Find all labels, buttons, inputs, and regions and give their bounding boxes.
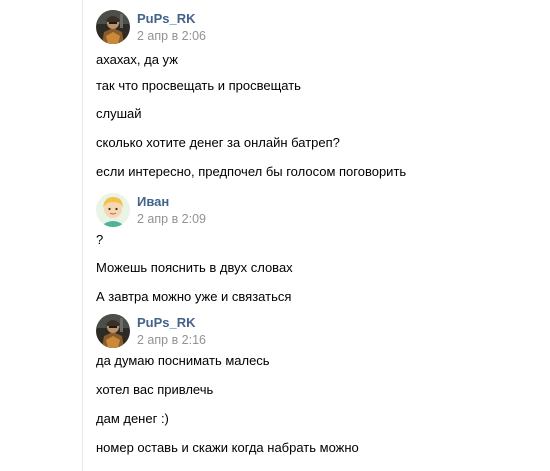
warrior-avatar-icon[interactable] [96,314,130,348]
message-line: Можешь пояснить в двух словах [96,260,293,275]
message-line: номер оставь и скажи когда набрать можно [96,440,359,455]
author-name[interactable]: PuPs_RK [137,315,196,330]
message-line: да думаю поснимать малесь [96,353,270,368]
message-line: А завтра можно уже и связаться [96,289,292,304]
message-line: хотел вас привлечь [96,382,214,397]
chat-history: PuPs_RK 2 апр в 2:06 ахахах, да уж так ч… [0,0,550,471]
message-time[interactable]: 2 апр в 2:09 [137,212,206,226]
message-line: дам денег :) [96,411,169,426]
message-line: сколько хотите денег за онлайн батреп? [96,135,340,150]
message-line: ахахах, да уж [96,52,178,67]
author-name[interactable]: Иван [137,194,169,209]
cartoon-person-avatar-icon[interactable] [96,193,130,227]
message-time[interactable]: 2 апр в 2:16 [137,333,206,347]
message-line: если интересно, предпочел бы голосом пог… [96,164,407,179]
message-time[interactable]: 2 апр в 2:06 [137,29,206,43]
message-line: так что просвещать и просвещать [96,78,301,93]
warrior-avatar-icon[interactable] [96,10,130,44]
chat-left-border [82,0,83,471]
message-line: слушай [96,106,142,121]
author-name[interactable]: PuPs_RK [137,11,196,26]
message-line: ? [96,232,104,247]
